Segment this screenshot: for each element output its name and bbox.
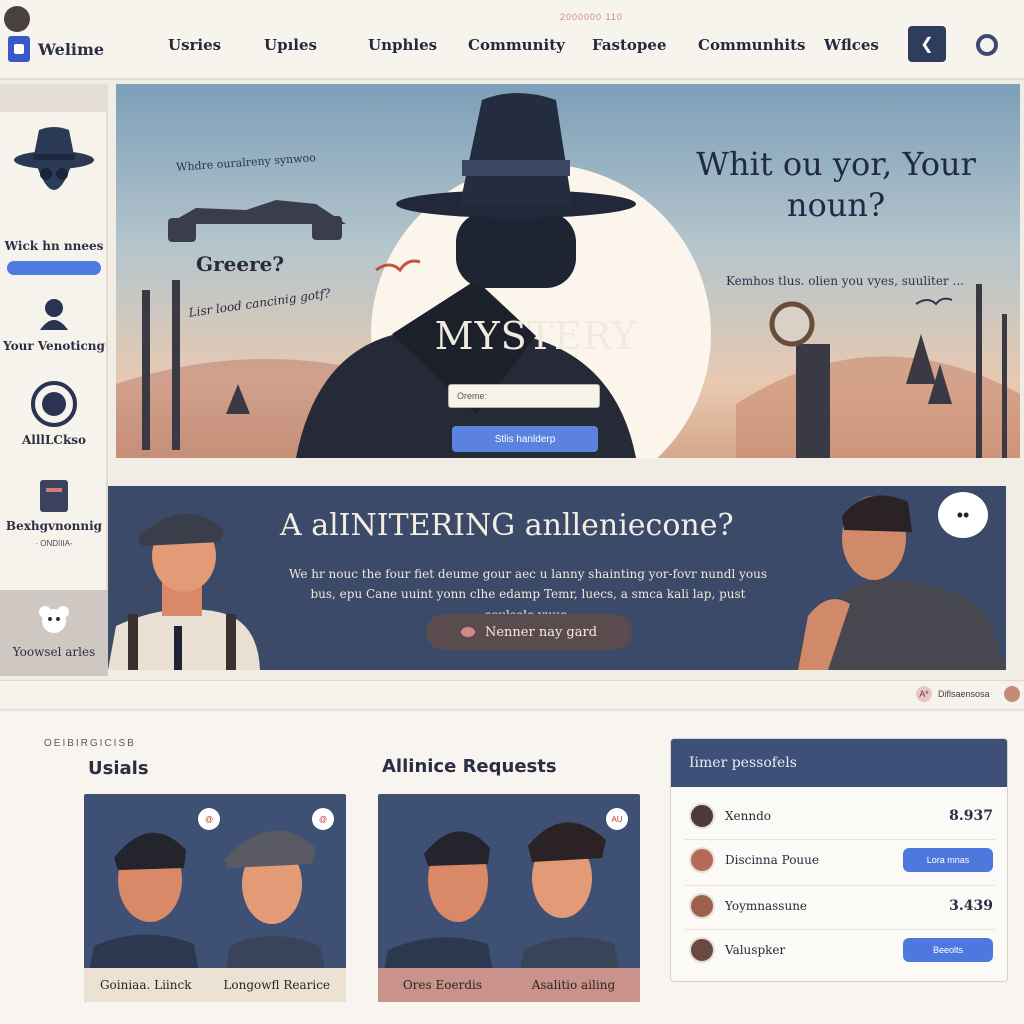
avatar	[689, 803, 715, 829]
chip-avatar	[1003, 686, 1020, 702]
spy-icon	[40, 299, 68, 330]
card-caption-right: Asalitio ailing	[531, 978, 616, 992]
nav-link-5[interactable]: Fastopee	[592, 36, 667, 54]
sidebar-item-sublabel: · ONDIIIA-	[35, 539, 73, 548]
panel-row-value: 3.439	[949, 898, 993, 914]
panel-row-name: Discinna Pouue	[725, 853, 819, 867]
brand-name: Welime	[38, 39, 105, 59]
sidebar-item-4[interactable]: Bexhgvnonnig · ONDIIIA-	[0, 478, 108, 548]
chip-label: Diflsaensosa	[938, 689, 990, 699]
card-bubble-icon: AU	[606, 808, 628, 830]
card-bubble-icon: @	[198, 808, 220, 830]
card-caption: Ores Eoerdis Asalitio ailing	[378, 968, 640, 1002]
panel-row-value: 8.937	[949, 808, 993, 824]
divider-chip[interactable]: A* Diflsaensosa	[908, 684, 1024, 704]
sidebar-item-label: Your Venoticng	[3, 339, 105, 353]
document-icon	[40, 480, 68, 512]
brand[interactable]: Welime	[8, 36, 104, 62]
sidebar-item-label: Bexhgvnonnig	[5, 519, 103, 533]
mystery-title: MYSTERY	[434, 314, 638, 358]
hero-greeting: Greere?	[196, 252, 285, 276]
people-panel: Iimer pessofels Xenndo 8.937 Discinna Po…	[670, 738, 1008, 982]
nav-link-3[interactable]: Unphles	[368, 36, 437, 54]
detective-icon	[14, 127, 94, 190]
banner-button-label: Nenner nay gard	[484, 624, 598, 640]
panel-row[interactable]: Discinna Pouue Lora mnas	[689, 845, 993, 875]
row-divider	[685, 929, 995, 930]
avatar	[689, 937, 715, 963]
section-divider	[0, 680, 1024, 710]
hero-title: Whit ou yor, Your noun?	[696, 145, 976, 224]
panel-row-name: Valuspker	[725, 943, 786, 957]
card-requests[interactable]: AU Ores Eoerdis Asalitio ailing	[378, 794, 640, 1002]
card-caption: Goiniaa. Liinck Longowfl Rearice	[84, 968, 346, 1002]
top-tiny-text: 2000000 110	[560, 12, 623, 22]
sidebar-item-1[interactable]: Wick hn nnees	[0, 124, 108, 275]
card-bubble-icon: @	[312, 808, 334, 830]
nav-link-6[interactable]: Communhits	[698, 36, 805, 54]
mask-icon	[460, 627, 475, 637]
sidebar-item-3[interactable]: AlllLCkso	[0, 380, 108, 447]
hero-submit-button[interactable]: Stlis hanlderp	[452, 426, 598, 452]
avatar	[689, 893, 715, 919]
globe-icon[interactable]	[976, 34, 998, 56]
row-divider	[685, 885, 995, 886]
sidebar: Wick hn nnees Your Venoticng AlllLCkso B…	[0, 84, 108, 676]
hero-banner: Whdre ouralreny synwoo Greere? Lisr lood…	[116, 84, 1020, 458]
lower-section: OEIBIRGICISB Usials Allinice Requests @ …	[0, 712, 1024, 1024]
banner-title: A alINITERING anlleniecone?	[280, 508, 734, 543]
bear-icon	[39, 606, 69, 633]
nav-link-7[interactable]: Wflces	[824, 36, 879, 54]
badge-icon	[31, 381, 77, 427]
breadcrumb: OEIBIRGICISB	[44, 738, 136, 749]
panel-title: Iimer pessofels	[671, 739, 1007, 787]
top-nav: 2000000 110 Welime Usries Upıles Unphles…	[0, 0, 1024, 80]
panel-row-button[interactable]: Beeolts	[903, 938, 993, 962]
hero-small-text: Kemhos tlus. olien you vyes, suuliter ..…	[726, 274, 964, 288]
panel-row-button[interactable]: Lora mnas	[903, 848, 993, 872]
profile-avatar[interactable]	[4, 6, 30, 32]
sidebar-item-2[interactable]: Your Venoticng	[0, 294, 108, 353]
requests-title: Allinice Requests	[382, 756, 557, 777]
brand-logo-icon	[8, 36, 30, 62]
sidebar-item-label: Yoowsel arles	[12, 645, 96, 659]
card-caption-left: Ores Eoerdis	[402, 978, 482, 992]
card-caption-left: Goiniaa. Liinck	[99, 978, 192, 992]
nav-link-2[interactable]: Upıles	[264, 36, 317, 54]
card-caption-right: Longowfl Rearice	[223, 978, 331, 992]
sidebar-item-5[interactable]: Yoowsel arles	[0, 590, 108, 676]
chat-bubble-icon[interactable]: ••	[938, 492, 988, 538]
banner-button[interactable]: Nenner nay gard	[426, 614, 632, 650]
panel-row[interactable]: Xenndo 8.937	[689, 801, 993, 831]
panel-row[interactable]: Valuspker Beeolts	[689, 935, 993, 965]
chevron-left-icon[interactable]: ❮	[908, 26, 946, 62]
chip-badge: A*	[916, 686, 932, 702]
panel-row-name: Xenndo	[725, 809, 772, 823]
panel-row-name: Yoymnassune	[725, 899, 808, 913]
usials-title: Usials	[88, 758, 149, 779]
nav-link-community[interactable]: Community	[468, 36, 565, 54]
card-usials[interactable]: @ @ Goiniaa. Liinck Longowfl Rearice	[84, 794, 346, 1002]
sidebar-progress	[7, 261, 101, 275]
panel-row[interactable]: Yoymnassune 3.439	[689, 891, 993, 921]
sidebar-item-label: AlllLCkso	[21, 433, 87, 447]
sidebar-header	[0, 84, 108, 112]
avatar	[689, 847, 715, 873]
feature-banner: A alINITERING anlleniecone? We hr nouc t…	[108, 486, 1006, 670]
hero-input[interactable]: Oreme:	[448, 384, 600, 408]
row-divider	[685, 839, 995, 840]
nav-link-1[interactable]: Usries	[168, 36, 221, 54]
sidebar-item-label: Wick hn nnees	[4, 239, 104, 253]
